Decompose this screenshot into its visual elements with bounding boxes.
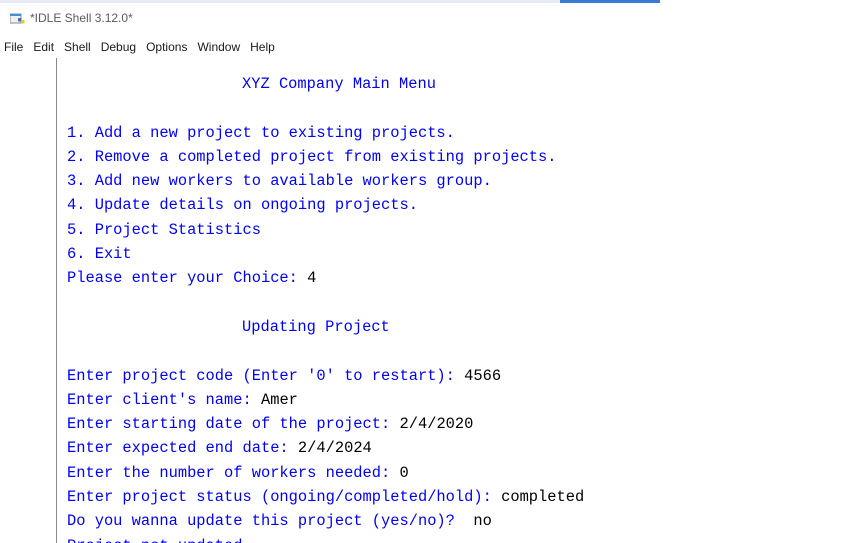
shell-output-text: 5. Project Statistics	[67, 220, 261, 239]
shell-line: 5. Project Statistics	[67, 218, 584, 242]
window-title: *IDLE Shell 3.12.0*	[30, 11, 133, 25]
shell-user-input: 4566	[464, 366, 502, 385]
shell-output-text: Project not updated.	[67, 537, 252, 543]
shell-line: Enter project code (Enter '0' to restart…	[67, 364, 584, 388]
shell-line: Do you wanna update this project (yes/no…	[67, 509, 584, 533]
title-bar: *IDLE Shell 3.12.0*	[0, 3, 842, 32]
shell-line: Project not updated.	[67, 534, 584, 543]
shell-output-text: Do you wanna update this project (yes/no…	[67, 512, 465, 531]
shell-user-input: 2/4/2024	[297, 439, 372, 458]
shell-user-input: Amer	[260, 390, 298, 409]
menu-file[interactable]: File	[4, 40, 23, 54]
menu-window[interactable]: Window	[197, 40, 240, 54]
shell-output-text: 2. Remove a completed project from exist…	[67, 147, 557, 166]
shell-line: 4. Update details on ongoing projects.	[67, 193, 584, 217]
menu-help[interactable]: Help	[250, 40, 275, 54]
shell-line: Please enter your Choice: 4	[67, 266, 584, 290]
shell-line: Enter expected end date: 2/4/2024	[67, 436, 584, 460]
shell-line: Enter project status (ongoing/completed/…	[67, 485, 584, 509]
shell-output[interactable]: XYZ Company Main Menu 1. Add a new proje…	[67, 72, 584, 543]
shell-line: Enter client's name: Amer	[67, 388, 584, 412]
shell-output-text: 1. Add a new project to existing project…	[67, 123, 455, 142]
shell-line: XYZ Company Main Menu	[67, 72, 584, 96]
shell-editor[interactable]: XYZ Company Main Menu 1. Add a new proje…	[0, 58, 842, 543]
shell-output-text: 3. Add new workers to available workers …	[67, 172, 492, 191]
shell-output-text: Enter expected end date:	[67, 439, 298, 458]
shell-line: 1. Add a new project to existing project…	[67, 121, 584, 145]
menu-options[interactable]: Options	[146, 40, 187, 54]
menu-shell[interactable]: Shell	[64, 40, 91, 54]
shell-output-text: Enter project code (Enter '0' to restart…	[67, 366, 465, 385]
shell-user-input: completed	[501, 488, 585, 507]
menu-edit[interactable]: Edit	[33, 40, 54, 54]
shell-output-text: Enter the number of workers needed:	[67, 463, 400, 482]
shell-sidebar-gutter	[0, 58, 57, 543]
shell-line: Enter starting date of the project: 2/4/…	[67, 412, 584, 436]
shell-output-text: 4. Update details on ongoing projects.	[67, 196, 418, 215]
shell-output-text: Enter starting date of the project:	[67, 415, 400, 434]
shell-line: 2. Remove a completed project from exist…	[67, 145, 584, 169]
shell-line: 6. Exit	[67, 242, 584, 266]
shell-user-input: 0	[399, 463, 409, 482]
menu-debug[interactable]: Debug	[101, 40, 136, 54]
shell-output-text: 6. Exit	[67, 245, 132, 264]
python-idle-icon	[9, 12, 26, 24]
shell-user-input: no	[464, 512, 492, 531]
shell-line: Updating Project	[67, 315, 584, 339]
shell-line: Enter the number of workers needed: 0	[67, 461, 584, 485]
menu-bar: File Edit Shell Debug Options Window Hel…	[0, 36, 278, 58]
shell-output-text: XYZ Company Main Menu	[242, 75, 436, 93]
shell-line: 3. Add new workers to available workers …	[67, 169, 584, 193]
shell-output-text: Please enter your Choice:	[67, 269, 308, 288]
shell-user-input: 2/4/2020	[399, 415, 474, 434]
shell-output-text: Updating Project	[242, 317, 390, 336]
shell-user-input: 4	[307, 269, 317, 288]
shell-output-text: Enter project status (ongoing/completed/…	[67, 488, 502, 507]
shell-output-text: Enter client's name:	[67, 390, 261, 409]
